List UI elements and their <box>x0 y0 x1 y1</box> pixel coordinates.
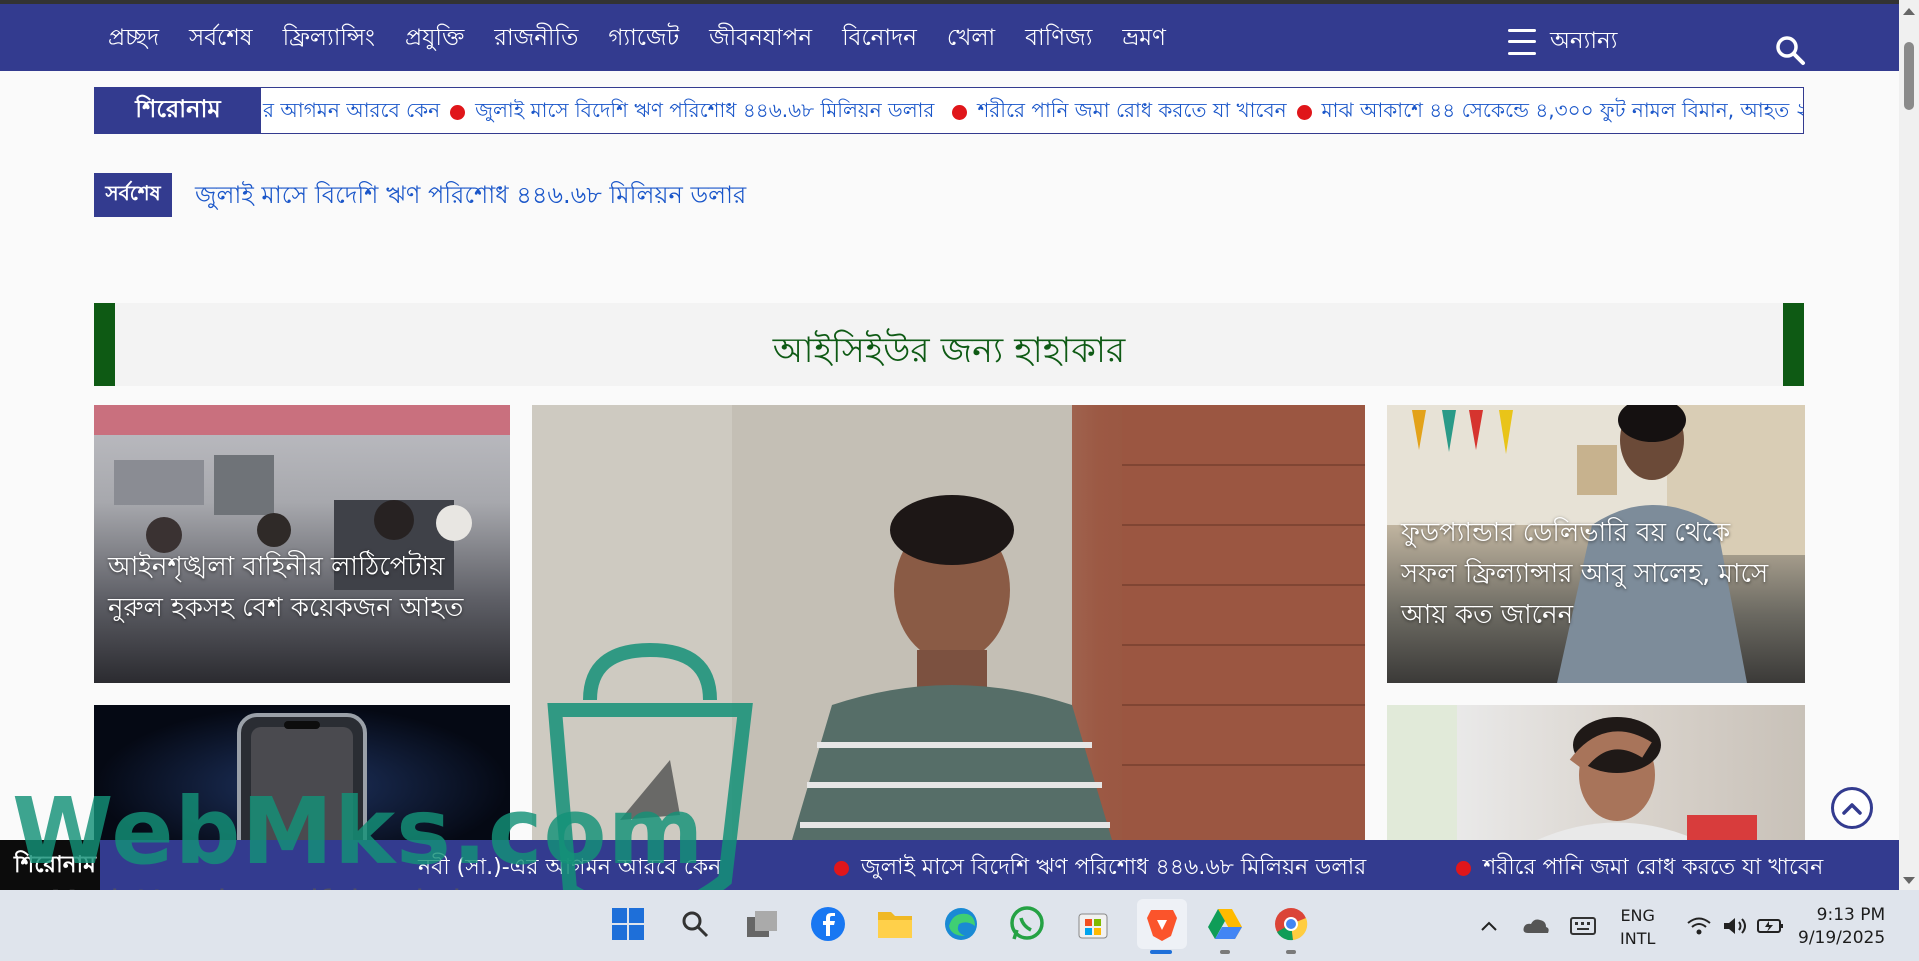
nav-home[interactable]: প্রচ্ছদ <box>108 19 159 58</box>
search-icon[interactable] <box>675 904 715 944</box>
main-nav: প্রচ্ছদ সর্বশেষ ফ্রিল্যান্সিং প্রযুক্তি … <box>108 19 1196 58</box>
stressed-man-photo <box>1387 705 1757 840</box>
latest-badge: সর্বশেষ <box>94 173 172 217</box>
nav-gadget[interactable]: গ্যাজেট <box>608 19 679 58</box>
hospital-photo <box>94 405 510 590</box>
headline-ticker: শিরোনাম র আগমন আরবে কেন জুলাই মাসে বিদেশ… <box>94 87 1804 134</box>
scroll-down-arrow-icon[interactable] <box>1903 877 1915 884</box>
keyboard-icon[interactable] <box>1570 890 1596 961</box>
nav-travel[interactable]: ভ্রমণ <box>1122 19 1166 58</box>
news-card-featured[interactable] <box>532 405 1365 840</box>
windows-start-icon[interactable] <box>608 904 648 944</box>
onedrive-cloud-icon[interactable] <box>1522 890 1550 961</box>
hamburger-icon <box>1508 28 1536 55</box>
news-card-left-bottom[interactable] <box>94 705 510 840</box>
ticker-label: শিরোনাম <box>95 88 261 133</box>
ticker-track: র আগমন আরবে কেন জুলাই মাসে বিদেশি ঋণ পরি… <box>263 96 1803 129</box>
nav-sports[interactable]: খেলা <box>947 19 995 58</box>
red-dot-icon <box>450 105 466 120</box>
nav-lifestyle[interactable]: জীবনযাপন <box>709 19 812 58</box>
nav-freelancing[interactable]: ফ্রিল্যান্সিং <box>283 19 375 58</box>
running-app-indicator <box>1220 950 1230 954</box>
search-icon[interactable] <box>1774 34 1806 66</box>
featured-photo <box>532 405 1365 840</box>
wifi-icon[interactable] <box>1686 890 1712 961</box>
file-explorer-icon[interactable] <box>875 904 915 944</box>
section-header: আইসিইউর জন্য হাহাকার <box>94 303 1804 386</box>
browser-page: প্রচ্ছদ সর্বশেষ ফ্রিল্যান্সিং প্রযুক্তি … <box>0 0 1919 961</box>
nav-politics[interactable]: রাজনীতি <box>494 19 578 58</box>
section-title[interactable]: আইসিইউর জন্য হাহাকার <box>94 323 1804 382</box>
system-clock[interactable]: 9:13 PM 9/19/2025 <box>1798 904 1885 950</box>
bottom-ticker: শিরোনাম নবী (সা.)-এর আগমন আরবে কেন জুলাই… <box>0 840 1899 890</box>
news-card-right-bottom[interactable] <box>1387 705 1805 840</box>
clock-date: 9/19/2025 <box>1798 928 1886 948</box>
nav-latest[interactable]: সর্বশেষ <box>189 19 253 58</box>
bottom-ticker-item[interactable]: জুলাই মাসে বিদেশি ঋণ পরিশোধ ৪৪৬.৬৮ মিলিয… <box>861 850 1366 887</box>
active-app-indicator <box>1150 950 1172 954</box>
ticker-item[interactable]: শরীরে পানি জমা রোধ করতে যা খাবেন <box>977 96 1286 129</box>
news-card-caption[interactable]: ফুডপ্যান্ডার ডেলিভারি বয় থেকে সফল ফ্রিল… <box>1401 513 1793 636</box>
google-drive-icon[interactable] <box>1205 904 1245 944</box>
keyboard-layout: INTL <box>1620 929 1656 948</box>
news-card-right-top[interactable]: ফুডপ্যান্ডার ডেলিভারি বয় থেকে সফল ফ্রিল… <box>1387 405 1805 683</box>
battery-charging-icon[interactable] <box>1757 890 1785 961</box>
more-menu-button[interactable]: অন্যান্য <box>1508 22 1617 61</box>
volume-icon[interactable] <box>1722 890 1748 961</box>
red-dot-icon <box>1296 105 1312 120</box>
bottom-ticker-item[interactable]: নবী (সা.)-এর আগমন আরবে কেন <box>418 850 721 887</box>
news-card-caption[interactable]: আইনশৃঙ্খলা বাহিনীর লাঠিপেটায় নুরুল হকসহ… <box>108 547 498 629</box>
bottom-ticker-track: জুলাই মাসে বিদেশি ঋণ পরিশোধ ৪৪৬.৬৮ মিলিয… <box>814 850 1823 887</box>
news-card-left-top[interactable]: আইনশৃঙ্খলা বাহিনীর লাঠিপেটায় নুরুল হকসহ… <box>94 405 510 683</box>
chrome-icon[interactable] <box>1271 904 1311 944</box>
ticker-item[interactable]: জুলাই মাসে বিদেশি ঋণ পরিশোধ ৪৪৬.৬৮ মিলিয… <box>475 96 934 129</box>
microsoft-store-icon[interactable] <box>1073 904 1113 944</box>
task-view-icon[interactable] <box>742 904 782 944</box>
latest-headline-link[interactable]: জুলাই মাসে বিদেশি ঋণ পরিশোধ ৪৪৬.৬৮ মিলিয… <box>195 177 746 217</box>
chevron-up-icon <box>1842 803 1862 815</box>
red-dot-icon <box>1456 861 1472 876</box>
red-dot-icon <box>834 861 849 876</box>
scroll-up-arrow-icon[interactable] <box>1903 8 1915 15</box>
ticker-item[interactable]: র আগমন আরবে কেন <box>263 96 440 129</box>
more-menu-label: অন্যান্য <box>1550 28 1618 54</box>
clock-time: 9:13 PM <box>1816 905 1886 925</box>
windows-taskbar: ENG INTL 9:13 PM 9/19/2025 <box>0 890 1919 961</box>
nav-business[interactable]: বাণিজ্য <box>1025 19 1092 58</box>
bottom-ticker-label: শিরোনাম <box>0 840 100 890</box>
running-app-indicator <box>1286 950 1296 954</box>
top-nav-bar: প্রচ্ছদ সর্বশেষ ফ্রিল্যান্সিং প্রযুক্তি … <box>0 0 1899 71</box>
scrollbar-thumb[interactable] <box>1904 42 1914 110</box>
nav-technology[interactable]: প্রযুক্তি <box>405 19 464 58</box>
show-hidden-icons-chevron-icon[interactable] <box>1480 890 1498 961</box>
language-code: ENG <box>1620 906 1655 925</box>
input-language-indicator[interactable]: ENG INTL <box>1620 904 1655 950</box>
smartphone-photo <box>237 713 367 840</box>
bottom-ticker-item[interactable]: শরীরে পানি জমা রোধ করতে যা খাবেন <box>1483 850 1823 887</box>
facebook-icon[interactable] <box>808 904 848 944</box>
edge-icon[interactable] <box>941 904 981 944</box>
ticker-item[interactable]: মাঝ আকাশে ৪৪ সেকেন্ডে ৪,৩০০ ফুট নামল বিম… <box>1322 96 1803 129</box>
section-accent-right <box>1783 303 1804 386</box>
page-scrollbar[interactable] <box>1899 0 1919 890</box>
scroll-to-top-button[interactable] <box>1831 787 1873 829</box>
nav-entertainment[interactable]: বিনোদন <box>842 19 917 58</box>
brave-browser-icon[interactable] <box>1137 899 1187 949</box>
whatsapp-icon[interactable] <box>1007 904 1047 944</box>
red-dot-icon <box>952 105 968 120</box>
